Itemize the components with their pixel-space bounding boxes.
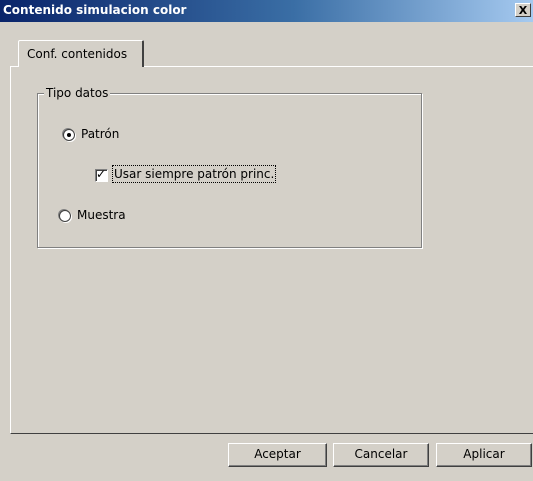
radio-patron-label[interactable]: Patrón xyxy=(81,127,119,141)
aceptar-button[interactable]: Aceptar xyxy=(228,443,327,467)
usar-patron-checkbox[interactable]: ✓ xyxy=(95,167,108,182)
tab-label: Conf. contenidos xyxy=(27,47,128,61)
group-legend: Tipo datos xyxy=(44,86,111,100)
close-button[interactable]: X xyxy=(515,3,531,17)
radio-patron[interactable] xyxy=(63,129,75,141)
usar-patron-label[interactable]: Usar siempre patrón princ. xyxy=(111,165,277,183)
aplicar-button[interactable]: Aplicar xyxy=(436,443,532,467)
tab-conf-contenidos[interactable]: Conf. contenidos xyxy=(18,40,144,67)
title-bar[interactable]: Contenido simulacion color X xyxy=(0,0,533,22)
window-title: Contenido simulacion color xyxy=(3,3,187,17)
radio-selected-dot xyxy=(67,133,71,137)
cancelar-button[interactable]: Cancelar xyxy=(333,443,429,467)
checkmark-icon: ✓ xyxy=(96,167,107,181)
radio-muestra[interactable] xyxy=(59,210,71,222)
radio-muestra-label[interactable]: Muestra xyxy=(77,208,126,222)
close-icon: X xyxy=(518,4,528,17)
